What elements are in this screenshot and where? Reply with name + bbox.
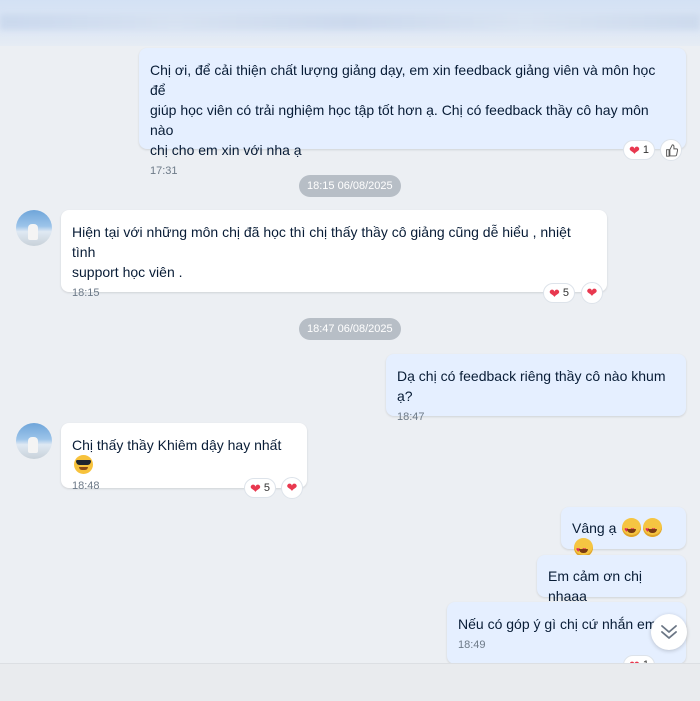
heart-icon: ❤ xyxy=(250,480,261,496)
react-heart-button[interactable]: ❤ xyxy=(581,282,603,304)
message-text: Chị ơi, để cải thiện chất lượng giảng dạ… xyxy=(150,62,656,158)
message-time: 18:15 xyxy=(72,287,100,299)
message-time: 18:49 xyxy=(458,639,486,651)
header-blur xyxy=(0,14,700,30)
thumbs-up-icon xyxy=(665,143,678,157)
reaction-summary[interactable]: ❤ 5 xyxy=(543,283,576,303)
like-button[interactable] xyxy=(660,139,682,161)
reaction-count: 5 xyxy=(263,482,271,494)
avatar[interactable] xyxy=(16,423,52,459)
message-time: 18:47 xyxy=(397,411,425,423)
double-chevron-down-icon xyxy=(661,625,677,639)
message-text: Dạ chị có feedback riêng thầy cô nào khu… xyxy=(397,368,666,404)
date-separator: 18:15 06/08/2025 xyxy=(299,175,401,197)
reaction-count: 1 xyxy=(642,144,650,156)
heart-icon: ❤ xyxy=(629,142,640,158)
heart-icon: ❤ xyxy=(549,285,560,301)
message-text: Chị thấy thầy Khiêm dậy hay nhất xyxy=(72,437,282,453)
message-bubble-outgoing[interactable]: Chị ơi, để cải thiện chất lượng giảng dạ… xyxy=(139,48,686,177)
message-bubble-incoming[interactable]: Hiện tại với những môn chị đã học thì ch… xyxy=(61,210,607,299)
reaction-summary[interactable]: ❤ 1 xyxy=(623,140,656,160)
reaction-summary[interactable]: ❤ 5 xyxy=(244,478,277,498)
avatar[interactable] xyxy=(16,210,52,246)
message-bubble-outgoing[interactable]: Dạ chị có feedback riêng thầy cô nào khu… xyxy=(386,354,686,423)
cool-face-icon xyxy=(74,455,93,474)
react-heart-button[interactable]: ❤ xyxy=(281,477,303,499)
message-bubble-outgoing[interactable]: Em cảm ơn chị nhaaa xyxy=(537,555,686,604)
date-separator: 18:47 06/08/2025 xyxy=(299,318,401,340)
chat-header-blurred xyxy=(0,0,700,46)
message-time: 17:31 xyxy=(150,165,178,177)
composer-area xyxy=(0,663,700,701)
scroll-to-bottom-button[interactable] xyxy=(651,614,687,650)
message-text: Nếu có góp ý gì chị cứ nhắn em xyxy=(458,616,657,632)
message-bubble-outgoing[interactable]: Vâng ạ xyxy=(561,507,686,561)
message-text: Hiện tại với những môn chị đã học thì ch… xyxy=(72,224,571,280)
message-text: Em cảm ơn chị nhaaa xyxy=(548,568,642,604)
message-text: Vâng ạ xyxy=(572,520,617,536)
heart-eyes-cat-icon xyxy=(643,518,663,541)
heart-eyes-cat-icon xyxy=(622,518,642,541)
reaction-count: 5 xyxy=(562,287,570,299)
